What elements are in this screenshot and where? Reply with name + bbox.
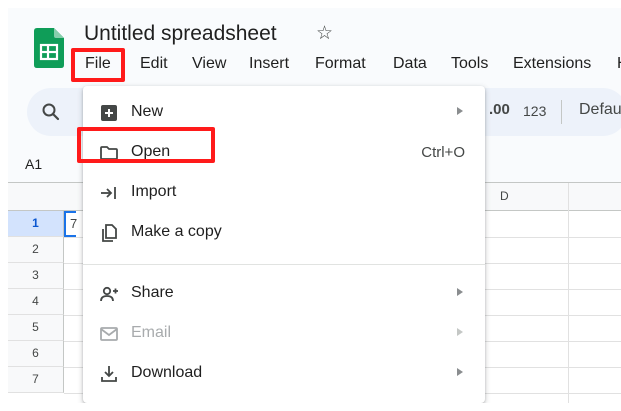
- submenu-arrow-icon: [457, 107, 463, 115]
- menu-file[interactable]: File: [85, 52, 111, 76]
- shortcut-label: Ctrl+O: [421, 144, 465, 161]
- menu-item-share[interactable]: Share: [83, 275, 485, 313]
- star-icon[interactable]: ☆: [316, 22, 333, 45]
- cell-a1-value: 7: [70, 216, 78, 231]
- copy-icon: [102, 224, 117, 242]
- download-icon: [101, 366, 117, 382]
- menu-data[interactable]: Data: [393, 52, 427, 76]
- row-header-1[interactable]: 1: [8, 211, 64, 237]
- number-format-button[interactable]: 123: [523, 103, 546, 119]
- person-add-icon: [100, 286, 118, 302]
- menu-item-make-a-copy[interactable]: Make a copy: [83, 214, 485, 252]
- row-header-7[interactable]: 7: [8, 367, 64, 393]
- sheets-logo-icon[interactable]: [34, 28, 64, 68]
- menu-item-label: New: [131, 103, 164, 120]
- new-icon: [101, 105, 117, 121]
- menu-insert[interactable]: Insert: [249, 52, 289, 76]
- menu-item-label: Open: [131, 143, 171, 160]
- font-family-select[interactable]: Defau: [579, 101, 621, 119]
- column-divider: [568, 183, 569, 403]
- mail-icon: [100, 327, 118, 341]
- row-header-5[interactable]: 5: [8, 315, 64, 341]
- menu-item-label: Download: [131, 364, 203, 381]
- row-header-3[interactable]: 3: [8, 263, 64, 289]
- search-icon[interactable]: [41, 102, 61, 122]
- column-header-d[interactable]: D: [500, 189, 509, 203]
- menu-item-label: Make a copy: [131, 223, 222, 240]
- toolbar-divider: [561, 100, 562, 124]
- menu-tools[interactable]: Tools: [451, 52, 488, 76]
- menu-edit[interactable]: Edit: [140, 52, 168, 76]
- submenu-arrow-icon: [457, 288, 463, 296]
- menu-item-email[interactable]: Email: [83, 315, 485, 353]
- menu-item-label: Email: [131, 324, 172, 341]
- row-header-6[interactable]: 6: [8, 341, 64, 367]
- menu-format[interactable]: Format: [315, 52, 366, 76]
- submenu-arrow-icon: [457, 328, 463, 336]
- menu-item-open[interactable]: Open Ctrl+O: [83, 134, 485, 172]
- menu-item-label: Import: [131, 183, 177, 200]
- file-menu-dropdown: New Open Ctrl+O Import Make a copy Share…: [83, 86, 485, 403]
- sheets-window: Untitled spreadsheet ☆ File Edit View In…: [8, 8, 621, 403]
- submenu-arrow-icon: [457, 368, 463, 376]
- menu-divider: [83, 264, 485, 265]
- folder-icon: [100, 146, 118, 160]
- row-header-4[interactable]: 4: [8, 289, 64, 315]
- menu-item-label: Share: [131, 284, 174, 301]
- menu-item-new[interactable]: New: [83, 94, 485, 132]
- name-box[interactable]: A1: [25, 156, 42, 172]
- menu-view[interactable]: View: [192, 52, 226, 76]
- menu-extensions[interactable]: Extensions: [513, 52, 591, 76]
- increase-decimal-button[interactable]: .00: [489, 101, 510, 118]
- row-header-2[interactable]: 2: [8, 237, 64, 263]
- menu-item-import[interactable]: Import: [83, 174, 485, 212]
- document-title[interactable]: Untitled spreadsheet: [84, 22, 277, 46]
- import-icon: [101, 187, 116, 199]
- menu-item-download[interactable]: Download: [83, 355, 485, 393]
- menu-help[interactable]: H: [617, 52, 621, 76]
